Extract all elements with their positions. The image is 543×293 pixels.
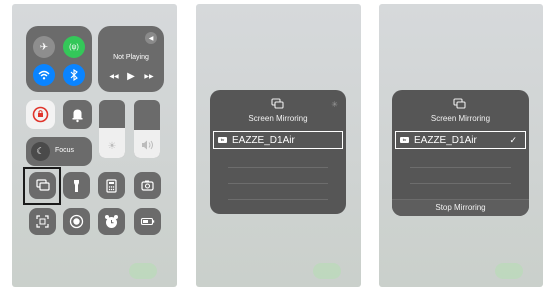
background-blob [313, 263, 341, 279]
screen-mirroring-panel-connected: Screen Mirroring tv EAZZE_D1Air ✓ Stop M… [379, 4, 543, 287]
screen-mirroring-sheet: ✳ Screen Mirroring tv EAZZE_D1Air [210, 90, 346, 214]
focus-button[interactable]: ☾ Focus [26, 137, 92, 166]
cellular-data-button[interactable]: (ψ) [63, 36, 85, 58]
screen-mirroring-icon [271, 98, 284, 109]
row-divider [410, 167, 511, 168]
brightness-icon: ☀ [107, 141, 117, 152]
device-name: EAZZE_D1Air [232, 134, 295, 146]
volume-slider[interactable] [134, 100, 160, 158]
sheet-title: Screen Mirroring [248, 114, 308, 123]
appletv-icon: tv [400, 137, 409, 143]
focus-label: Focus [55, 147, 75, 154]
screen-mirroring-icon [36, 179, 50, 191]
row-divider [228, 199, 328, 200]
screen-record-button[interactable] [63, 208, 90, 235]
now-playing-status: Not Playing [113, 54, 149, 61]
background-blob [495, 263, 523, 279]
screen-record-icon [69, 214, 84, 229]
background-blob [129, 263, 157, 279]
control-center-panel: ✈ (ψ) ◀ Not Playing ◀◀ ▶ ▶▶ ☀ ☾ Focus [12, 4, 177, 287]
device-name: EAZZE_D1Air [414, 134, 477, 146]
flashlight-button[interactable] [63, 172, 90, 199]
rotation-lock-icon [32, 106, 49, 123]
moon-icon: ☾ [31, 142, 50, 161]
next-track-icon[interactable]: ▶▶ [142, 70, 156, 82]
airplane-icon: ✈ [39, 41, 49, 53]
checkmark-icon: ✓ [509, 134, 517, 145]
rotation-lock-button[interactable] [26, 100, 55, 129]
qr-scanner-button[interactable] [29, 208, 56, 235]
camera-button[interactable] [134, 172, 161, 199]
bell-icon [72, 109, 83, 123]
battery-icon [140, 217, 155, 226]
device-row-eazze[interactable]: tv EAZZE_D1Air [213, 131, 343, 149]
airplay-icon[interactable]: ◀ [145, 32, 157, 44]
airplane-mode-button[interactable]: ✈ [33, 36, 55, 58]
device-row-eazze[interactable]: tv EAZZE_D1Air ✓ [395, 131, 526, 149]
appletv-icon: tv [218, 137, 227, 143]
sheet-title: Screen Mirroring [430, 114, 491, 123]
calculator-icon [106, 179, 117, 193]
bluetooth-button[interactable] [63, 64, 85, 86]
screen-mirroring-panel-select: ✳ Screen Mirroring tv EAZZE_D1Air [196, 4, 361, 287]
previous-track-icon[interactable]: ◀◀ [107, 70, 121, 82]
play-icon[interactable]: ▶ [124, 69, 138, 83]
flashlight-icon [74, 180, 79, 192]
row-divider [228, 167, 328, 168]
brightness-slider[interactable]: ☀ [99, 100, 125, 158]
wifi-button[interactable] [33, 64, 55, 86]
screen-mirroring-button[interactable] [29, 172, 56, 199]
stop-mirroring-button[interactable]: Stop Mirroring [392, 199, 529, 216]
calculator-button[interactable] [98, 172, 125, 199]
alarm-icon [105, 215, 118, 228]
wifi-icon [38, 70, 50, 80]
low-power-mode-button[interactable] [134, 208, 161, 235]
screen-mirroring-icon [453, 98, 466, 109]
camera-icon [141, 180, 154, 191]
row-divider [410, 183, 511, 184]
cellular-icon: (ψ) [69, 43, 79, 51]
screen-mirroring-sheet: Screen Mirroring tv EAZZE_D1Air ✓ Stop M… [392, 90, 529, 216]
loading-spinner-icon: ✳ [331, 100, 338, 109]
bluetooth-icon [70, 69, 78, 81]
row-divider [228, 183, 328, 184]
alarm-button[interactable] [98, 208, 125, 235]
qr-scanner-icon [36, 215, 49, 228]
volume-icon [142, 140, 153, 150]
silent-mode-button[interactable] [63, 100, 92, 129]
